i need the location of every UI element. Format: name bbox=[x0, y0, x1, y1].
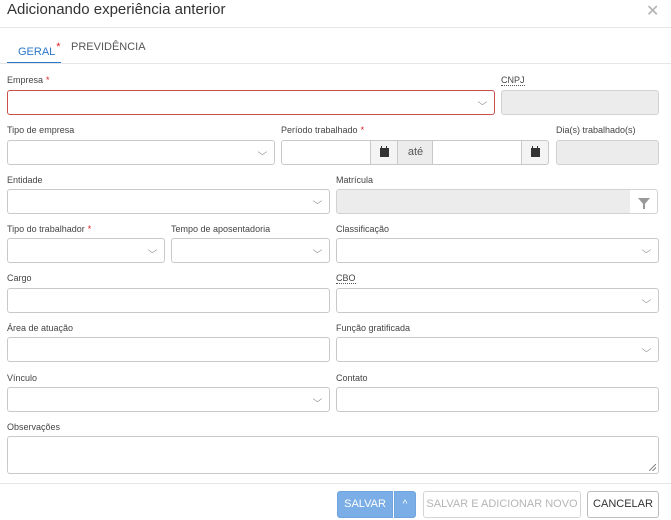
tipo-empresa-label: Tipo de empresa bbox=[7, 125, 75, 135]
chevron-down-icon: ⌵ bbox=[641, 245, 652, 255]
chevron-down-icon: ⌵ bbox=[312, 196, 323, 206]
chevron-down-icon: ⌵ bbox=[147, 245, 158, 255]
required-mark: * bbox=[87, 224, 92, 234]
classificacao-label: Classificação bbox=[336, 224, 390, 234]
cnpj-label-text: CNPJ bbox=[501, 75, 525, 86]
calendar-icon bbox=[380, 146, 389, 157]
tabs-divider bbox=[0, 63, 671, 64]
contato-input[interactable] bbox=[336, 387, 659, 412]
save-button[interactable]: SALVAR bbox=[337, 491, 393, 518]
chevron-down-icon: ⌵ bbox=[312, 394, 323, 404]
cargo-input[interactable] bbox=[7, 288, 330, 313]
cbo-label-text: CBO bbox=[336, 273, 356, 284]
entidade-label: Entidade bbox=[7, 175, 43, 185]
cargo-label: Cargo bbox=[7, 273, 32, 283]
funcao-gratificada-label: Função gratificada bbox=[336, 323, 411, 333]
periodo-end-input[interactable] bbox=[432, 140, 522, 165]
matricula-filter-button[interactable] bbox=[630, 189, 658, 214]
funcao-gratificada-select[interactable]: ⌵ bbox=[336, 337, 659, 362]
periodo-start-calendar-button[interactable] bbox=[370, 140, 398, 165]
cbo-select[interactable]: ⌵ bbox=[336, 288, 659, 313]
cbo-label: CBO bbox=[336, 273, 356, 284]
tipo-trabalhador-label: Tipo do trabalhador * bbox=[7, 224, 91, 234]
vinculo-select[interactable]: ⌵ bbox=[7, 387, 330, 412]
observacoes-textarea[interactable] bbox=[7, 436, 659, 474]
header-divider bbox=[0, 27, 671, 28]
chevron-down-icon: ⌵ bbox=[641, 344, 652, 354]
classificacao-select[interactable]: ⌵ bbox=[336, 238, 659, 263]
tab-geral[interactable]: GERAL* bbox=[18, 41, 61, 58]
periodo-label: Período trabalhado * bbox=[281, 125, 364, 135]
tipo-trabalhador-select[interactable]: ⌵ bbox=[7, 238, 165, 263]
dias-label: Dia(s) trabalhado(s) bbox=[556, 125, 636, 135]
tab-geral-label: GERAL bbox=[18, 46, 56, 58]
save-options-button[interactable]: ^ bbox=[394, 491, 416, 518]
required-mark: * bbox=[360, 125, 365, 135]
observacoes-label: Observações bbox=[7, 422, 61, 432]
chevron-down-icon: ⌵ bbox=[641, 295, 652, 305]
periodo-label-text: Período trabalhado bbox=[281, 125, 358, 135]
periodo-separator: até bbox=[398, 140, 433, 165]
close-icon[interactable]: ✕ bbox=[646, 1, 659, 21]
vinculo-label: Vínculo bbox=[7, 373, 38, 383]
empresa-select[interactable]: ⌵ bbox=[7, 90, 495, 115]
area-atuacao-label: Área de atuação bbox=[7, 323, 74, 333]
tab-previdencia[interactable]: PREVIDÊNCIA bbox=[71, 41, 146, 53]
tempo-aposentadoria-select[interactable]: ⌵ bbox=[171, 238, 330, 263]
tipo-empresa-select[interactable]: ⌵ bbox=[7, 140, 275, 165]
tempo-aposentadoria-label: Tempo de aposentadoria bbox=[171, 224, 271, 234]
chevron-down-icon: ⌵ bbox=[477, 97, 488, 107]
entidade-select[interactable]: ⌵ bbox=[7, 189, 330, 214]
dias-field bbox=[556, 140, 659, 165]
area-atuacao-input[interactable] bbox=[7, 337, 330, 362]
dialog-title: Adicionando experiência anterior bbox=[7, 1, 226, 18]
required-mark: * bbox=[46, 75, 50, 85]
filter-icon bbox=[638, 198, 650, 209]
periodo-end-calendar-button[interactable] bbox=[521, 140, 549, 165]
required-mark: * bbox=[56, 41, 61, 53]
periodo-start-input[interactable] bbox=[281, 140, 371, 165]
matricula-label: Matrícula bbox=[336, 175, 374, 185]
chevron-down-icon: ⌵ bbox=[257, 147, 268, 157]
cancel-button[interactable]: CANCELAR bbox=[587, 491, 659, 518]
calendar-icon bbox=[531, 146, 540, 157]
footer-divider bbox=[0, 483, 671, 484]
empresa-label: Empresa * bbox=[7, 75, 50, 85]
chevron-down-icon: ⌵ bbox=[312, 245, 323, 255]
cnpj-label: CNPJ bbox=[501, 75, 525, 86]
chevron-up-icon: ^ bbox=[402, 499, 408, 510]
resize-handle-icon[interactable] bbox=[649, 464, 656, 471]
save-and-add-new-button[interactable]: SALVAR E ADICIONAR NOVO bbox=[423, 491, 581, 518]
contato-label: Contato bbox=[336, 373, 368, 383]
matricula-field bbox=[336, 189, 631, 214]
tipo-trabalhador-label-text: Tipo do trabalhador bbox=[7, 224, 85, 234]
empresa-label-text: Empresa bbox=[7, 75, 44, 85]
cnpj-field bbox=[501, 90, 659, 115]
